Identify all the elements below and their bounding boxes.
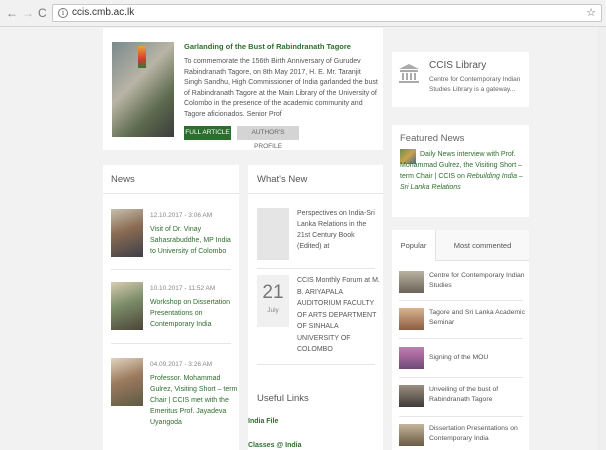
forward-arrow-icon[interactable]: → [22, 6, 34, 20]
library-widget[interactable]: CCIS Library Centre for Contemporary Ind… [392, 52, 529, 107]
useful-link[interactable]: India File [248, 418, 278, 425]
news-thumbnail[interactable] [111, 209, 143, 257]
popular-thumbnail[interactable] [399, 347, 424, 369]
tab-most-commented[interactable]: Most commented [436, 230, 529, 261]
popular-item[interactable]: Signing of the MOU [399, 347, 527, 371]
url-text: ccis.cmb.ac.lk [72, 7, 135, 18]
divider [111, 269, 231, 270]
divider [103, 193, 239, 194]
divider [111, 343, 231, 344]
useful-links-title: Useful Links [257, 393, 309, 404]
news-item[interactable]: 10.10.2017 - 11:52 AM Workshop on Disser… [111, 282, 237, 332]
library-building-icon [399, 64, 419, 83]
library-description: Centre for Contemporary Indian Studies L… [429, 76, 521, 93]
news-date: 10.10.2017 - 11:52 AM [150, 285, 216, 292]
popular-item[interactable]: Dissertation Presentations on Contempora… [399, 424, 527, 448]
featured-news-title: Featured News [400, 133, 465, 144]
page-scrollbar[interactable] [597, 27, 606, 450]
news-link[interactable]: Visit of Dr. Vinay Sahasrabuddhe, MP Ind… [150, 224, 238, 257]
featured-news-link[interactable]: Daily News interview with Prof. Mohammad… [400, 149, 525, 193]
popular-item[interactable]: Unveiling of the bust of Rabindranath Ta… [399, 385, 527, 409]
news-date: 04.09.2017 - 3:26 AM [150, 361, 213, 368]
popular-item[interactable]: Centre for Contemporary Indian Studies [399, 271, 527, 295]
whats-new-title: What's New [257, 174, 308, 185]
popular-thumbnail[interactable] [399, 271, 424, 293]
reload-icon[interactable]: C [38, 6, 47, 20]
popular-link[interactable]: Dissertation Presentations on Contempora… [429, 424, 527, 444]
event-link[interactable]: CCIS Monthly Forum at M. B. ARIYAPALA AU… [297, 275, 381, 356]
news-item[interactable]: 04.09.2017 - 3:26 AM Professor. Mohammad… [111, 358, 237, 426]
divider [399, 416, 523, 417]
popular-item[interactable]: Tagore and Sri Lanka Academic Seminar [399, 308, 527, 332]
popular-link[interactable]: Signing of the MOU [429, 353, 527, 363]
popular-thumbnail[interactable] [399, 385, 424, 407]
author-profile-button[interactable]: AUTHOR'S PROFILE [237, 126, 299, 150]
news-panel: News 12.10.2017 - 3:06 AM Visit of Dr. V… [103, 165, 239, 450]
popular-link[interactable]: Centre for Contemporary Indian Studies [429, 271, 527, 291]
address-bar[interactable]: i ccis.cmb.ac.lk ☆ [52, 4, 602, 22]
useful-link[interactable]: Classes @ India [248, 442, 302, 449]
event-month: July [267, 307, 279, 314]
back-arrow-icon[interactable]: ← [6, 6, 18, 20]
tab-popular[interactable]: Popular [392, 230, 436, 261]
popular-link[interactable]: Unveiling of the bust of Rabindranath Ta… [429, 385, 527, 405]
flag-graphic [138, 46, 146, 68]
library-title: CCIS Library [429, 60, 487, 71]
browser-toolbar: ← → C i ccis.cmb.ac.lk ☆ [0, 0, 606, 27]
divider [399, 377, 523, 378]
full-article-button[interactable]: FULL ARTICLE [184, 126, 231, 140]
divider [248, 193, 383, 194]
divider [257, 364, 375, 365]
whats-new-item-link[interactable]: Perspectives on India-Sri Lanka Relation… [297, 208, 381, 252]
event-day: 21 [262, 282, 284, 303]
featured-article-image [112, 42, 174, 137]
bookmark-star-icon[interactable]: ☆ [586, 6, 596, 19]
popular-thumbnail[interactable] [399, 424, 424, 446]
divider [257, 268, 375, 269]
info-icon[interactable]: i [58, 8, 68, 18]
news-title: News [111, 174, 135, 185]
divider [399, 300, 523, 301]
popular-tabs-widget: Popular Most commented Centre for Contem… [392, 230, 529, 450]
news-thumbnail[interactable] [111, 358, 143, 406]
news-thumbnail[interactable] [111, 282, 143, 330]
book-thumbnail[interactable] [257, 208, 289, 260]
featured-article-body: To commemorate the 156th Birth Anniversa… [184, 58, 378, 118]
news-date: 12.10.2017 - 3:06 AM [150, 212, 213, 219]
featured-news-widget: Featured News Daily News interview with … [392, 125, 529, 217]
event-date-box: 21 July [257, 275, 289, 327]
popular-link[interactable]: Tagore and Sri Lanka Academic Seminar [429, 308, 527, 328]
featured-article-title[interactable]: Garlanding of the Bust of Rabindranath T… [184, 42, 379, 51]
popular-thumbnail[interactable] [399, 308, 424, 330]
divider [399, 338, 523, 339]
news-link[interactable]: Workshop on Dissertation Presentations o… [150, 297, 238, 330]
news-link[interactable]: Professor. Mohammad Gulrez, Visiting Sho… [150, 373, 238, 428]
featured-article: Garlanding of the Bust of Rabindranath T… [103, 28, 383, 150]
whats-new-panel: What's New Perspectives on India-Sri Lan… [248, 165, 383, 450]
news-item[interactable]: 12.10.2017 - 3:06 AM Visit of Dr. Vinay … [111, 209, 237, 259]
